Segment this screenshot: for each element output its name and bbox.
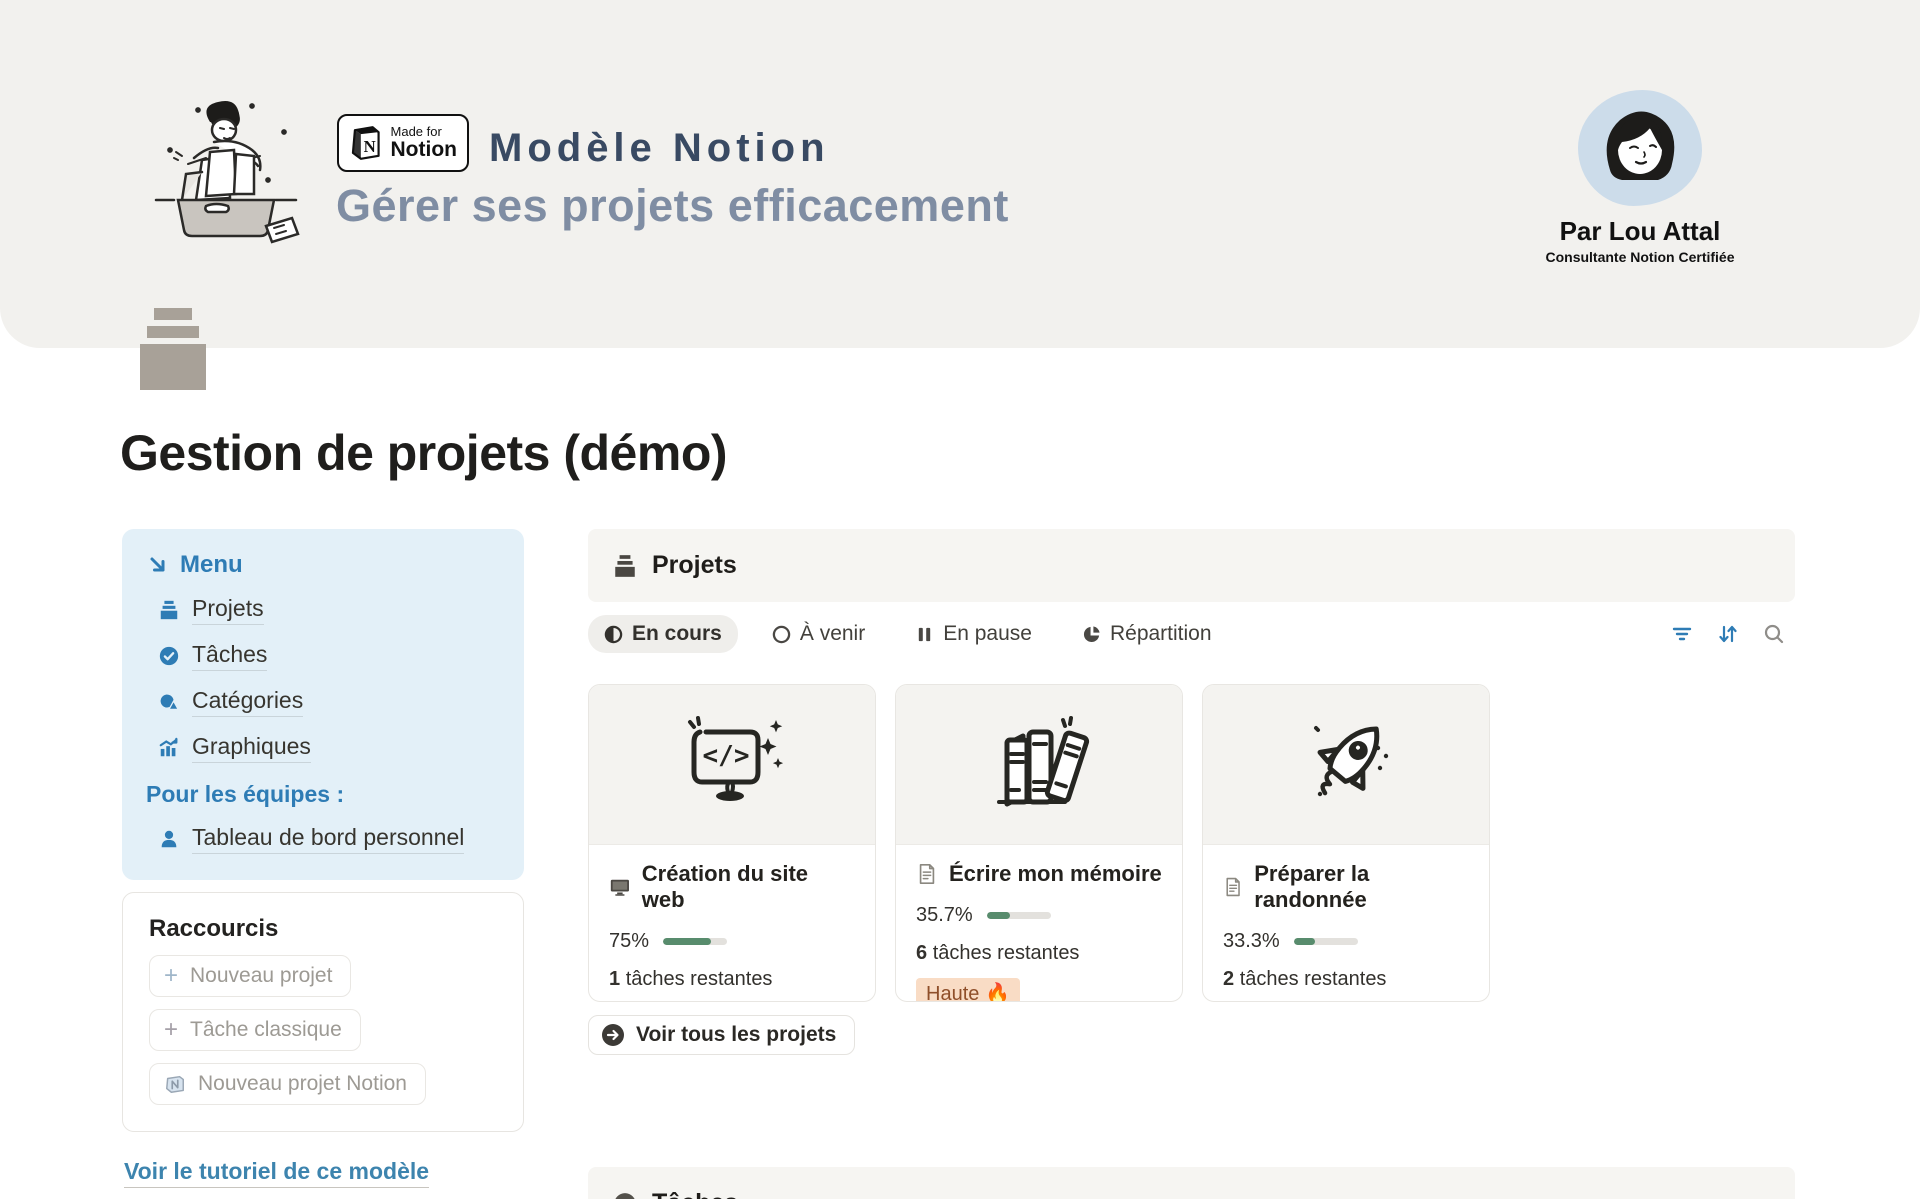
- notion-page: N Made for Notion Modèle Notion Gérer se…: [0, 0, 1920, 1199]
- badge-big-text: Notion: [391, 139, 457, 161]
- page-cover: N Made for Notion Modèle Notion Gérer se…: [0, 0, 1920, 348]
- project-card-ecrire-memoire[interactable]: Écrire mon mémoire 35.7% 6 tâches restan…: [895, 684, 1183, 1002]
- monitor-icon: [609, 876, 631, 898]
- file-cabinet-icon: [158, 599, 180, 621]
- svg-text:</>: </>: [703, 741, 750, 771]
- arrow-circle-right-icon: [601, 1023, 625, 1047]
- author-avatar: [1578, 90, 1702, 206]
- svg-text:N: N: [364, 137, 376, 156]
- page-title: Gestion de projets (démo): [120, 424, 727, 482]
- view-tools: [1671, 623, 1795, 645]
- avatar-face-illustration: [1592, 98, 1688, 198]
- tab-repartition[interactable]: Répartition: [1066, 615, 1228, 653]
- chart-icon: [158, 737, 180, 759]
- monitor-code-illustration: </>: [672, 710, 792, 820]
- projects-section-header[interactable]: Projets: [588, 529, 1795, 602]
- shapes-icon: [158, 691, 180, 713]
- tasks-remaining: 6 tâches restantes: [916, 942, 1162, 965]
- priority-badge: Haute 🔥: [916, 978, 1020, 1002]
- progress-percent: 33.3%: [1223, 930, 1280, 953]
- progress-percent: 35.7%: [916, 904, 973, 927]
- menu-title: Menu: [180, 551, 243, 579]
- progress-percent: 75%: [609, 930, 649, 953]
- tasks-section-title: Tâches: [652, 1189, 738, 1199]
- new-notion-project-button[interactable]: Nouveau projet Notion: [149, 1063, 426, 1105]
- project-cards: </>: [588, 684, 1795, 1002]
- plus-icon: +: [164, 964, 178, 988]
- document-icon: [1223, 876, 1243, 898]
- sidebar-item-categories[interactable]: Catégories: [158, 687, 500, 717]
- shortcuts-title: Raccourcis: [149, 915, 497, 943]
- badge-small-text: Made for: [391, 125, 457, 139]
- progress-bar: [1294, 938, 1358, 945]
- menu-subheading: Pour les équipes :: [146, 781, 500, 808]
- card-body: Écrire mon mémoire 35.7% 6 tâches restan…: [896, 845, 1182, 1002]
- filter-icon[interactable]: [1671, 623, 1693, 645]
- sidebar-item-projets[interactable]: Projets: [158, 595, 500, 625]
- sidebar-item-graphiques[interactable]: Graphiques: [158, 733, 500, 763]
- half-circle-icon: [604, 625, 623, 644]
- card-cover: [896, 685, 1182, 845]
- hero-subtitle: Gérer ses projets efficacement: [336, 180, 1009, 232]
- tasks-remaining: 1 tâches restantes: [609, 968, 855, 991]
- card-cover: </>: [589, 685, 875, 845]
- notion-logo-icon: N: [349, 124, 383, 162]
- person-icon: [158, 828, 180, 850]
- card-body: Création du site web 75% 1 tâches restan…: [589, 845, 875, 1002]
- progress-bar: [987, 912, 1051, 919]
- sort-icon[interactable]: [1717, 623, 1739, 645]
- author-role: Consultante Notion Certifiée: [1520, 249, 1760, 265]
- tasks-remaining: 2 tâches restantes: [1223, 968, 1469, 991]
- made-for-notion-badge: N Made for Notion: [337, 114, 469, 172]
- project-title: Préparer la randonnée: [1254, 861, 1469, 913]
- tab-a-venir[interactable]: À venir: [756, 615, 881, 653]
- tutorial-link[interactable]: Voir le tutoriel de ce modèle: [124, 1158, 429, 1188]
- menu-card: Menu Projets Tâches: [122, 529, 524, 880]
- see-all-projects-button[interactable]: Voir tous les projets: [588, 1015, 855, 1055]
- card-cover: [1203, 685, 1489, 845]
- author-block: Par Lou Attal Consultante Notion Certifi…: [1520, 90, 1760, 265]
- check-circle-icon: [612, 1191, 638, 1199]
- hero-title: Modèle Notion: [489, 126, 830, 171]
- project-card-creation-site-web[interactable]: </>: [588, 684, 876, 1002]
- file-cabinet-icon: [612, 553, 638, 579]
- projects-section-title: Projets: [652, 551, 737, 580]
- circle-outline-icon: [772, 625, 791, 644]
- plus-icon: +: [164, 1018, 178, 1042]
- tab-en-cours[interactable]: En cours: [588, 615, 738, 653]
- sidebar-item-taches[interactable]: Tâches: [158, 641, 500, 671]
- check-circle-icon: [158, 645, 180, 667]
- arrow-down-right-icon: [146, 553, 170, 577]
- sidebar: Menu Projets Tâches: [122, 529, 524, 1199]
- fire-emoji: 🔥: [985, 983, 1010, 1002]
- notion-logo-icon: [164, 1073, 186, 1095]
- shortcuts-card: Raccourcis + Nouveau projet + Tâche clas…: [122, 892, 524, 1132]
- document-icon: [916, 863, 938, 885]
- author-name: Par Lou Attal: [1520, 216, 1760, 247]
- search-icon[interactable]: [1763, 623, 1785, 645]
- projects-tabs: En cours À venir En pause: [588, 616, 1795, 652]
- tab-en-pause[interactable]: En pause: [899, 615, 1048, 653]
- header-illustration: [148, 88, 308, 248]
- main-content: Projets En cours À venir: [588, 529, 1795, 1199]
- books-illustration: [979, 710, 1099, 820]
- progress-bar: [663, 938, 727, 945]
- project-card-preparer-randonnee[interactable]: Préparer la randonnée 33.3% 2 tâches res…: [1202, 684, 1490, 1002]
- project-title: Création du site web: [642, 861, 855, 913]
- page-icon-file-cabinet[interactable]: [140, 308, 206, 390]
- pie-chart-icon: [1082, 625, 1101, 644]
- new-project-button[interactable]: + Nouveau projet: [149, 955, 351, 997]
- pause-icon: [915, 625, 934, 644]
- classic-task-button[interactable]: + Tâche classique: [149, 1009, 361, 1051]
- card-body: Préparer la randonnée 33.3% 2 tâches res…: [1203, 845, 1489, 1002]
- project-title: Écrire mon mémoire: [949, 861, 1162, 887]
- menu-header: Menu: [146, 551, 500, 579]
- tasks-section-header[interactable]: Tâches: [588, 1167, 1795, 1199]
- sidebar-item-tableau-de-bord[interactable]: Tableau de bord personnel: [158, 824, 500, 854]
- rocket-illustration: [1286, 710, 1406, 820]
